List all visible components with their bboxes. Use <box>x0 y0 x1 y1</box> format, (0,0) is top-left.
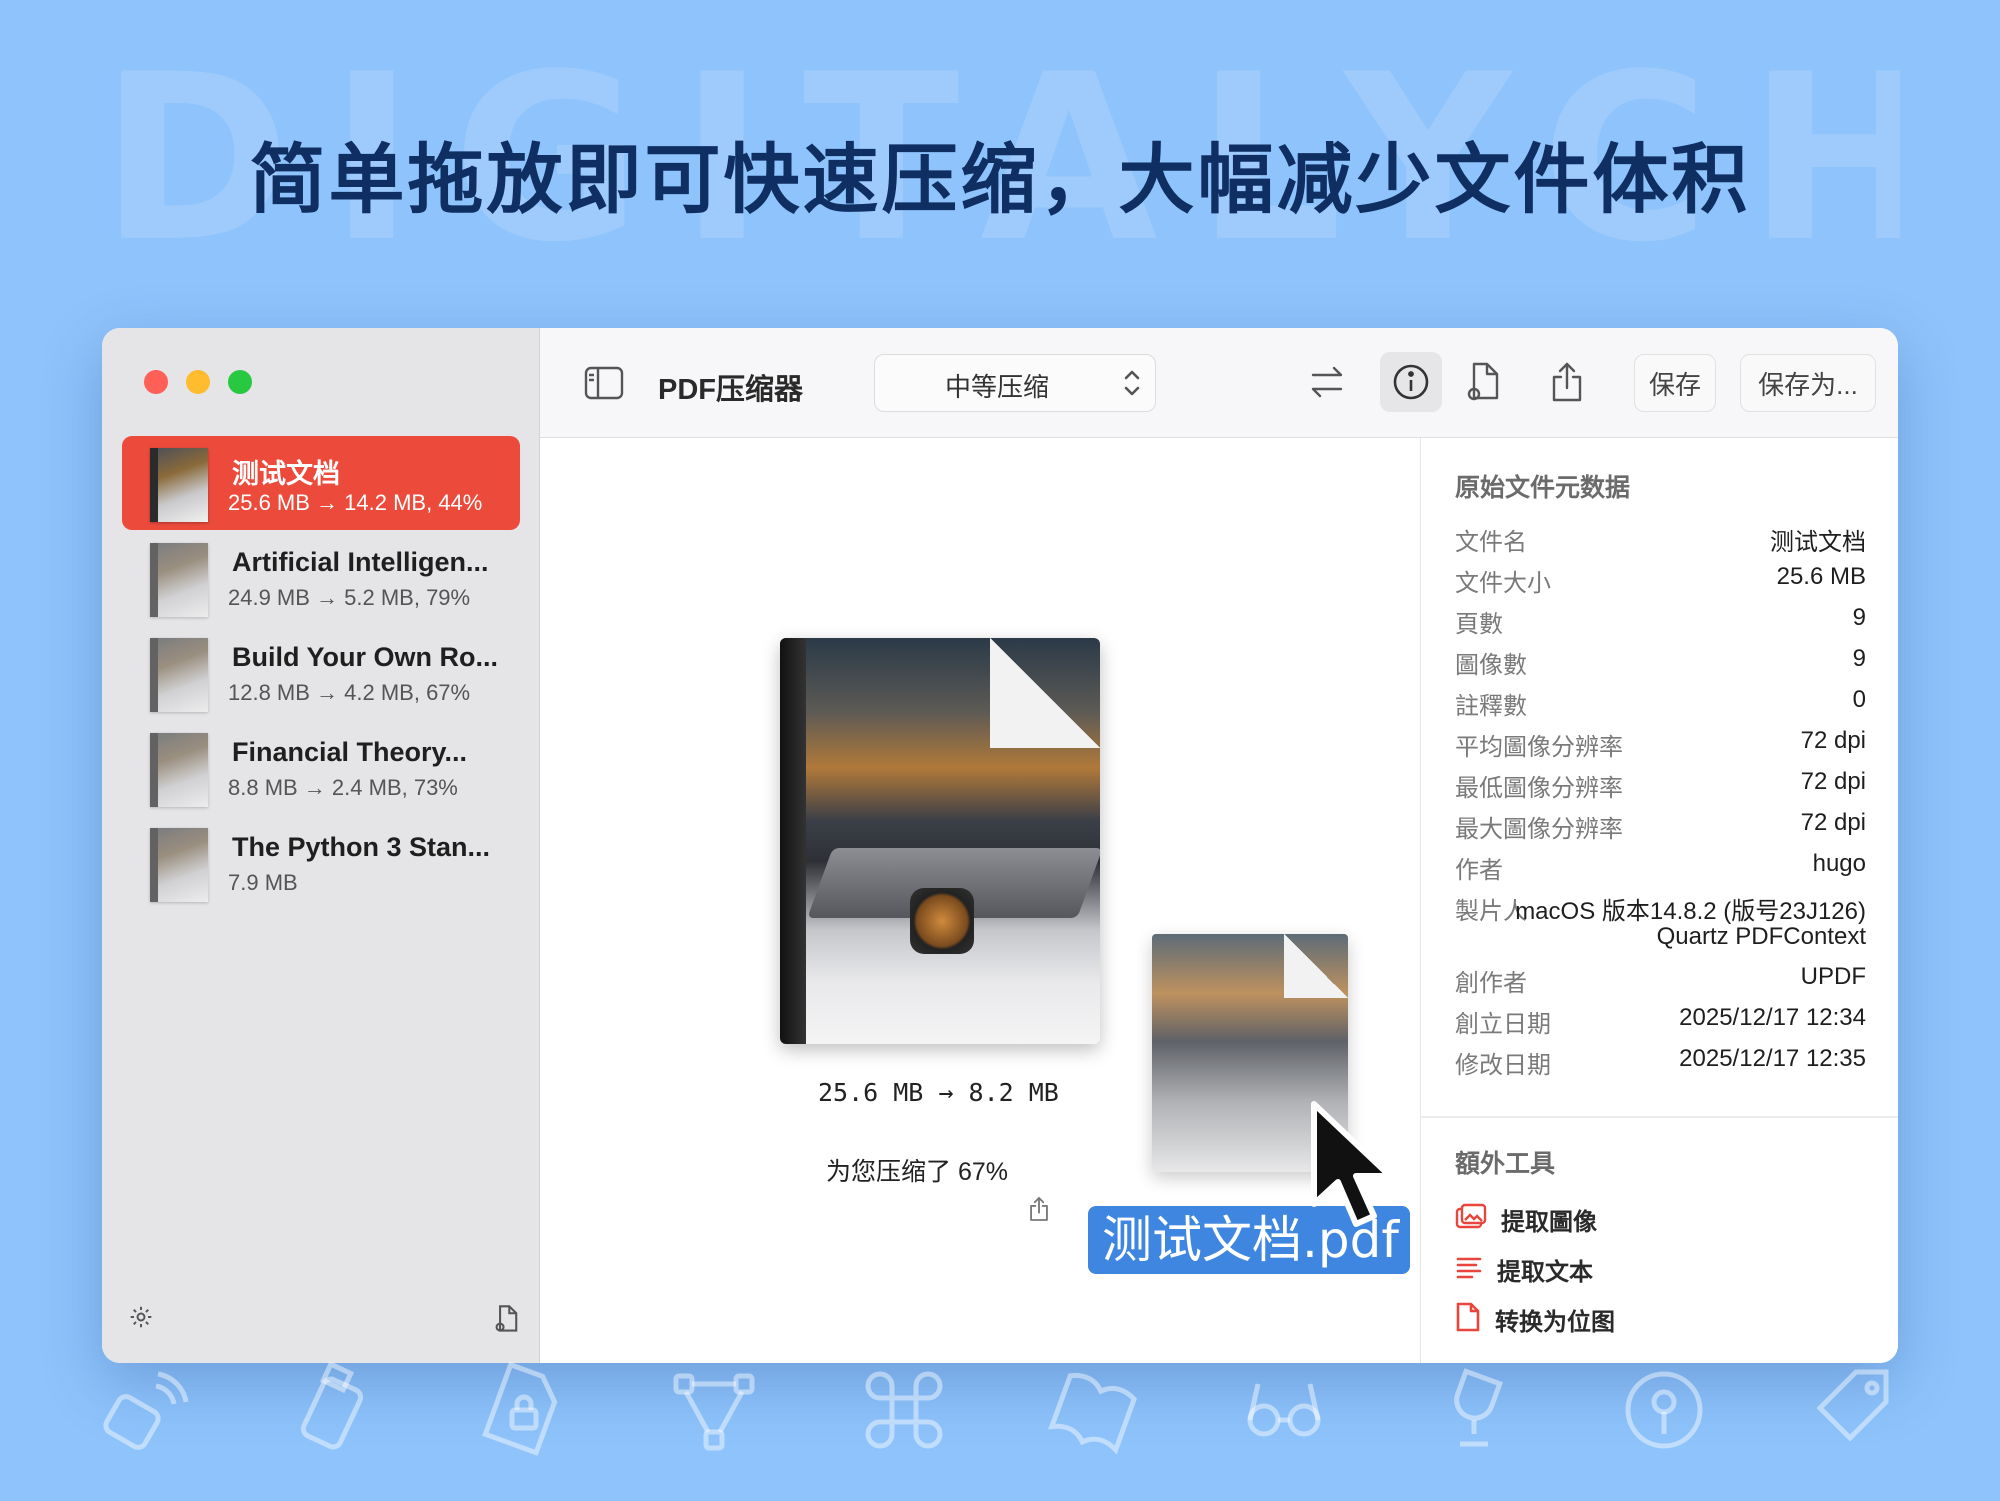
extra-tools-title: 額外工具 <box>1455 1150 1556 1178</box>
info-icon[interactable] <box>1380 352 1442 412</box>
meta-value: 9 <box>1852 604 1866 631</box>
key-circle-icon <box>1625 1371 1703 1449</box>
extract-images-tool[interactable]: 提取圖像 <box>1455 1202 1597 1236</box>
compression-level-select[interactable]: 中等压缩 <box>874 354 1156 412</box>
compression-ratio: 25.6 MB → 8.2 MB <box>818 1078 1059 1107</box>
headline: 简单拖放即可快速压缩，大幅减少文件体积 <box>249 135 1751 224</box>
book-icon <box>1048 1373 1138 1455</box>
sidebar-toggle-icon[interactable] <box>584 366 624 405</box>
app-window: 测试文档 25.6 MB → 14.2 MB, 44% Artificial I… <box>102 328 1898 1363</box>
vector-path-icon <box>673 1373 755 1451</box>
meta-value: Quartz PDFContext <box>1656 923 1866 950</box>
meta-key: 最大圖像分辨率 <box>1455 816 1623 843</box>
meta-value: UPDF <box>1800 963 1866 990</box>
meta-key: 文件名 <box>1455 529 1527 556</box>
wifi-device-icon <box>103 1371 189 1450</box>
meta-value: 2025/12/17 12:35 <box>1679 1045 1866 1072</box>
file-item[interactable]: The Python 3 Stan... 7.9 MB <box>122 816 520 910</box>
compression-level-value: 中等压缩 <box>945 372 1050 402</box>
gear-icon[interactable] <box>128 1304 154 1337</box>
meta-value: 测试文档 <box>1770 529 1866 556</box>
app-title: PDF压缩器 <box>658 374 804 406</box>
convert-bitmap-tool[interactable]: 转换为位图 <box>1455 1302 1615 1336</box>
sidebar: 测试文档 25.6 MB → 14.2 MB, 44% Artificial I… <box>102 328 540 1363</box>
usb-drive-icon <box>300 1362 364 1450</box>
file-item[interactable]: Financial Theory... 8.8 MB → 2.4 MB, 73% <box>122 721 520 815</box>
meta-key: 創作者 <box>1455 970 1527 997</box>
extract-text-tool[interactable]: 提取文本 <box>1455 1252 1593 1286</box>
file-name: Build Your Own Ro... <box>232 642 498 672</box>
file-thumbnail <box>150 448 208 522</box>
command-key-icon <box>865 1371 943 1449</box>
file-item-selected[interactable]: 测试文档 25.6 MB → 14.2 MB, 44% <box>122 436 520 530</box>
meta-key: 頁數 <box>1455 611 1503 638</box>
meta-value: 25.6 MB <box>1776 563 1866 590</box>
file-size-detail: 24.9 MB → 5.2 MB, 79% <box>228 585 471 610</box>
file-name: Artificial Intelligen... <box>232 547 489 577</box>
meta-value: macOS 版本14.8.2 (版号23J126) <box>1515 898 1866 925</box>
metadata-title: 原始文件元数据 <box>1455 474 1631 502</box>
close-button[interactable] <box>144 370 168 394</box>
chevron-updown-icon <box>1123 367 1141 404</box>
file-item[interactable]: Artificial Intelligen... 24.9 MB → 5.2 M… <box>122 531 520 625</box>
tag-icon <box>1816 1369 1889 1442</box>
file-size-detail: 25.6 MB → 14.2 MB, 44% <box>228 490 483 515</box>
extract-image-icon <box>1455 1203 1487 1236</box>
meta-key: 最低圖像分辨率 <box>1455 775 1623 802</box>
decorative-icons <box>96 1362 1916 1472</box>
file-thumbnail <box>150 638 208 712</box>
save-as-button[interactable]: 保存为... <box>1740 354 1876 412</box>
meta-key: 作者 <box>1455 857 1503 884</box>
meta-key: 註釋數 <box>1455 693 1527 720</box>
meta-key: 文件大小 <box>1455 570 1551 597</box>
lock-file-icon <box>482 1362 558 1456</box>
meta-key: 修改日期 <box>1455 1052 1551 1079</box>
file-thumbnail <box>150 733 208 807</box>
cursor-icon <box>1308 1100 1404 1237</box>
meta-value: 72 dpi <box>1800 809 1866 836</box>
original-pdf-preview <box>780 638 1100 1044</box>
file-list: 测试文档 25.6 MB → 14.2 MB, 44% Artificial I… <box>122 436 520 911</box>
meta-key: 平均圖像分辨率 <box>1455 734 1623 761</box>
divider <box>1421 1116 1898 1118</box>
file-item[interactable]: Build Your Own Ro... 12.8 MB → 4.2 MB, 6… <box>122 626 520 720</box>
metadata-inspector: 原始文件元数据 文件名 测试文档 文件大小 25.6 MB 頁數 9 圖像數 9 註釋數… <box>1420 438 1898 1363</box>
glasses-icon <box>1247 1383 1321 1437</box>
meta-key: 創立日期 <box>1455 1011 1551 1038</box>
compression-saved: 为您压缩了 67% <box>826 1158 1008 1186</box>
meta-value: 2025/12/17 12:34 <box>1679 1004 1866 1031</box>
zoom-button[interactable] <box>228 370 252 394</box>
file-name: 测试文档 <box>232 459 340 489</box>
meta-value: 0 <box>1852 686 1866 713</box>
meta-key: 圖像數 <box>1455 652 1527 679</box>
save-button[interactable]: 保存 <box>1634 354 1716 412</box>
minimize-button[interactable] <box>186 370 210 394</box>
meta-value: hugo <box>1812 850 1866 877</box>
tool-label: 提取文本 <box>1497 1258 1593 1286</box>
meta-value: 72 dpi <box>1800 768 1866 795</box>
bitmap-doc-icon <box>1455 1302 1481 1337</box>
share-icon[interactable] <box>1536 352 1598 412</box>
file-name: Financial Theory... <box>232 737 468 767</box>
extract-text-icon <box>1455 1255 1483 1284</box>
file-size-detail: 7.9 MB <box>228 870 298 895</box>
doc-gear-icon[interactable] <box>1452 352 1514 412</box>
file-thumbnail <box>150 828 208 902</box>
share-icon[interactable] <box>1028 1196 1050 1227</box>
meta-value: 9 <box>1852 645 1866 672</box>
tool-label: 转换为位图 <box>1495 1308 1615 1336</box>
file-size-detail: 8.8 MB → 2.4 MB, 73% <box>228 775 458 800</box>
preview-pane: 25.6 MB → 8.2 MB 为您压缩了 67% 测试文档.pdf <box>540 438 1420 1363</box>
window-controls <box>144 370 252 394</box>
swap-icon[interactable] <box>1296 352 1358 412</box>
meta-value: 72 dpi <box>1800 727 1866 754</box>
toolbar: PDF压缩器 中等压缩 保存 保存为... <box>540 328 1898 438</box>
tool-label: 提取圖像 <box>1501 1208 1597 1236</box>
file-name: The Python 3 Stan... <box>232 832 491 862</box>
doc-settings-icon[interactable] <box>493 1304 521 1339</box>
file-size-detail: 12.8 MB → 4.2 MB, 67% <box>228 680 471 705</box>
trophy-icon <box>1454 1368 1504 1447</box>
file-thumbnail <box>150 543 208 617</box>
